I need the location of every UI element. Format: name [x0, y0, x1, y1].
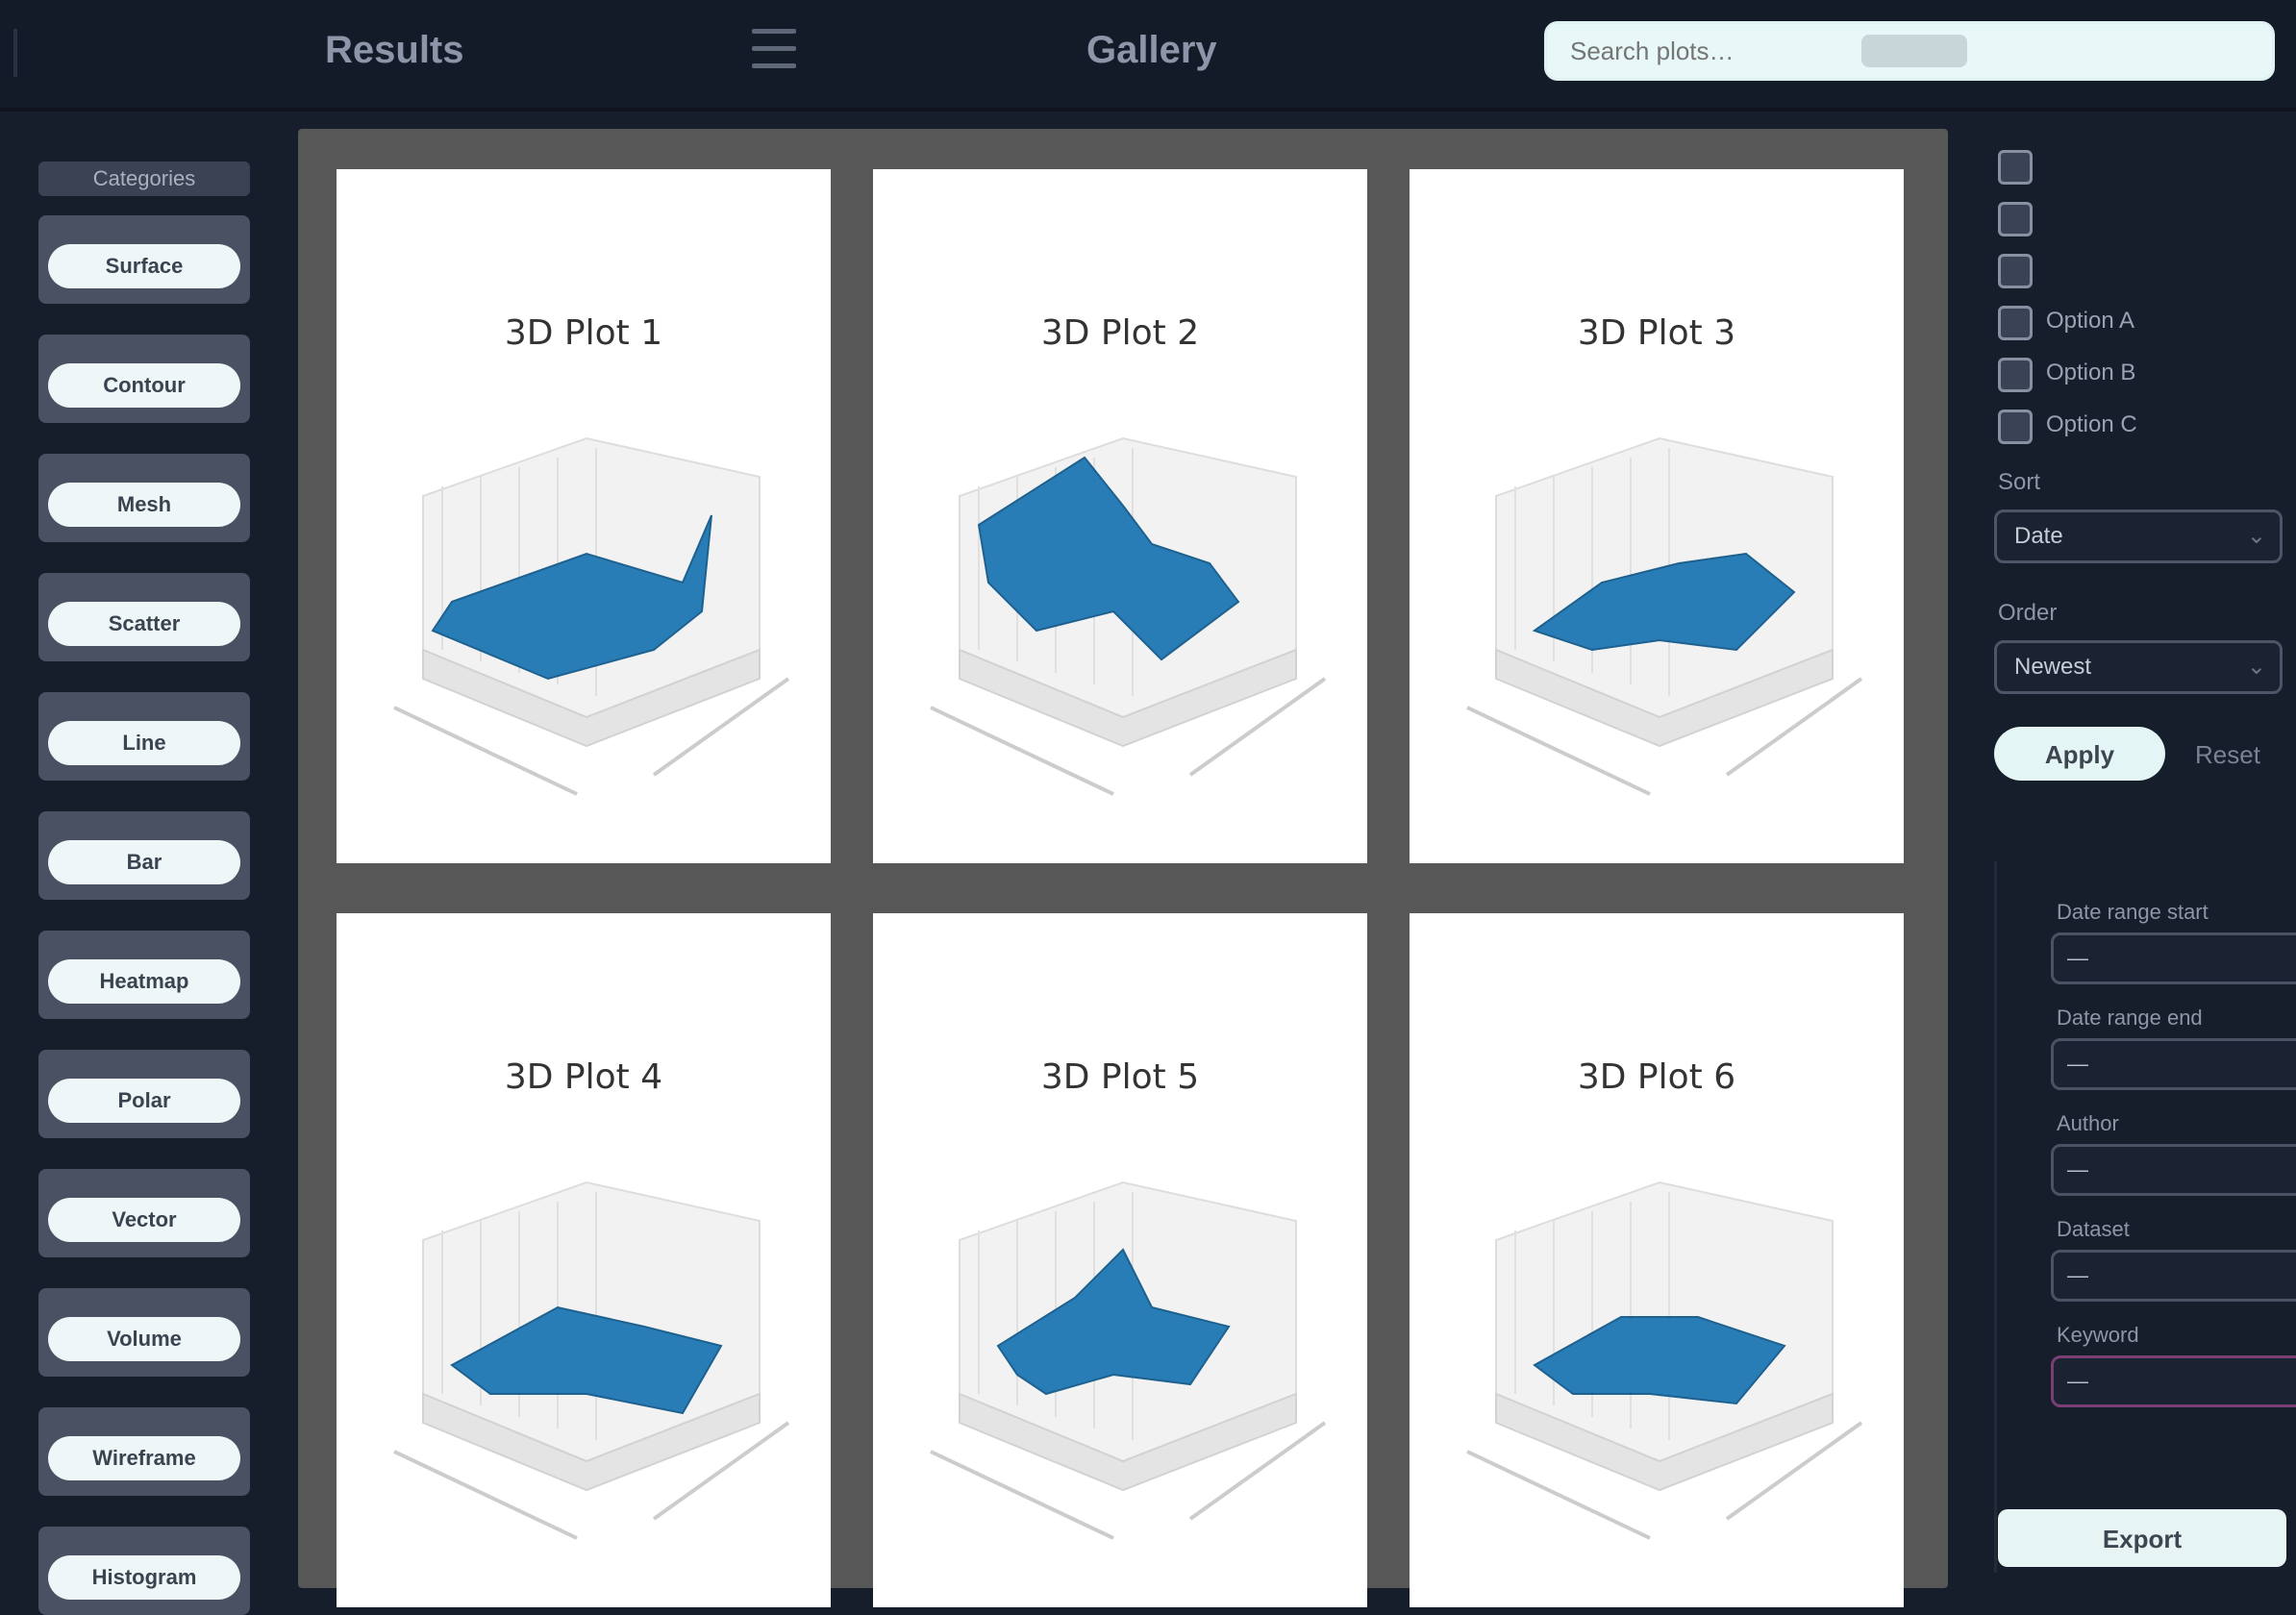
- sidebar-item-label: Polar: [48, 1079, 240, 1123]
- plot-card[interactable]: 3D Plot 6: [1410, 913, 1904, 1607]
- reset-button[interactable]: Reset: [2175, 736, 2281, 771]
- sidebar-item-label: Bar: [48, 840, 240, 884]
- filter-label: Dataset: [2057, 1217, 2130, 1241]
- sidebar-item[interactable]: Polar: [38, 1050, 250, 1138]
- checkbox[interactable]: [1998, 150, 2033, 185]
- filter-panel: Sort Date ⌄ Order Newest ⌄ Apply Reset D…: [1959, 112, 2296, 1588]
- category-sidebar: Categories Surface Contour Mesh Scatter Line…: [0, 112, 288, 1615]
- checkbox[interactable]: [1998, 202, 2033, 236]
- sidebar-item[interactable]: Bar: [38, 811, 250, 900]
- plot-title: 3D Plot 4: [504, 1057, 663, 1097]
- sidebar-item-label: Heatmap: [48, 959, 240, 1004]
- sidebar-item-label: Vector: [48, 1198, 240, 1242]
- surface-plot: [393, 436, 790, 796]
- filter-label: Author: [2057, 1111, 2119, 1135]
- sidebar-item-label: Histogram: [48, 1555, 240, 1600]
- sidebar-item[interactable]: Heatmap: [38, 931, 250, 1019]
- sidebar-item-label: Line: [48, 721, 240, 765]
- checkbox-label: Option B: [2046, 360, 2136, 385]
- filter-input[interactable]: —: [2051, 932, 2296, 984]
- advanced-filters: Date range start — Date range end — Author — D…: [1994, 861, 2296, 1573]
- checkbox-label: Option C: [2046, 411, 2137, 437]
- filter-label: Date range start: [2057, 900, 2209, 924]
- sidebar-item[interactable]: Scatter: [38, 573, 250, 661]
- sidebar-item-label: Contour: [48, 363, 240, 408]
- sidebar-heading: Categories: [38, 162, 250, 196]
- filter-label: Date range end: [2057, 1006, 2203, 1030]
- search-button[interactable]: [1861, 35, 1967, 67]
- plot-card[interactable]: 3D Plot 5: [873, 913, 1367, 1607]
- plot-title: 3D Plot 6: [1577, 1057, 1736, 1097]
- window-edge-handle: [13, 29, 17, 77]
- filter-label: Keyword: [2057, 1323, 2139, 1347]
- order-label: Order: [1998, 600, 2058, 626]
- sort-select-value: Date: [2014, 523, 2063, 549]
- sidebar-item-label: Wireframe: [48, 1436, 240, 1480]
- sidebar-item[interactable]: Histogram: [38, 1527, 250, 1615]
- surface-plot: [930, 436, 1327, 796]
- sidebar-item[interactable]: Volume: [38, 1288, 250, 1377]
- sidebar-item[interactable]: Mesh: [38, 454, 250, 542]
- sidebar-item[interactable]: Line: [38, 692, 250, 781]
- sidebar-item[interactable]: Wireframe: [38, 1407, 250, 1496]
- plot-gallery: 3D Plot 1 3D Plot 2 3D Plot 3 3D Plot 4 3D P…: [298, 129, 1948, 1607]
- chevron-down-icon: ⌄: [2246, 523, 2266, 549]
- apply-button[interactable]: Apply: [1994, 727, 2165, 781]
- hamburger-menu-icon[interactable]: [752, 29, 796, 71]
- sidebar-item[interactable]: Contour: [38, 335, 250, 423]
- surface-plot: [1466, 1180, 1863, 1540]
- order-select-value: Newest: [2014, 654, 2092, 680]
- surface-plot: [393, 1180, 790, 1540]
- sidebar-item-label: Mesh: [48, 483, 240, 527]
- sidebar-item[interactable]: Vector: [38, 1169, 250, 1257]
- surface-plot: [930, 1180, 1327, 1540]
- sidebar-item-label: Surface: [48, 244, 240, 288]
- chevron-down-icon: ⌄: [2246, 654, 2266, 680]
- plot-title: 3D Plot 5: [1040, 1057, 1200, 1097]
- plot-title: 3D Plot 2: [1040, 313, 1200, 353]
- export-button[interactable]: Export: [1998, 1509, 2286, 1567]
- surface-plot: [1466, 436, 1863, 796]
- sidebar-item-label: Scatter: [48, 602, 240, 646]
- header-title-left: Results: [325, 29, 464, 71]
- plot-card[interactable]: 3D Plot 1: [337, 169, 831, 863]
- plot-card[interactable]: 3D Plot 3: [1410, 169, 1904, 863]
- sort-label: Sort: [1998, 469, 2041, 495]
- checkbox[interactable]: [1998, 410, 2033, 444]
- filter-input[interactable]: —: [2051, 1250, 2296, 1302]
- filter-input[interactable]: —: [2051, 1038, 2296, 1090]
- checkbox[interactable]: [1998, 254, 2033, 288]
- filter-input[interactable]: —: [2051, 1144, 2296, 1196]
- checkbox[interactable]: [1998, 358, 2033, 392]
- order-select[interactable]: Newest ⌄: [1994, 640, 2283, 694]
- filter-input[interactable]: —: [2051, 1355, 2296, 1407]
- plot-card[interactable]: 3D Plot 4: [337, 913, 831, 1607]
- checkbox-label: Option A: [2046, 308, 2135, 334]
- plot-title: 3D Plot 3: [1577, 313, 1736, 353]
- plot-card[interactable]: 3D Plot 2: [873, 169, 1367, 863]
- sidebar-item[interactable]: Surface: [38, 215, 250, 304]
- top-bar: Results Gallery: [0, 0, 2296, 112]
- sort-select[interactable]: Date ⌄: [1994, 509, 2283, 563]
- header-title-center: Gallery: [1086, 29, 1217, 71]
- sidebar-item-label: Volume: [48, 1317, 240, 1361]
- plot-title: 3D Plot 1: [504, 313, 663, 353]
- checkbox[interactable]: [1998, 306, 2033, 340]
